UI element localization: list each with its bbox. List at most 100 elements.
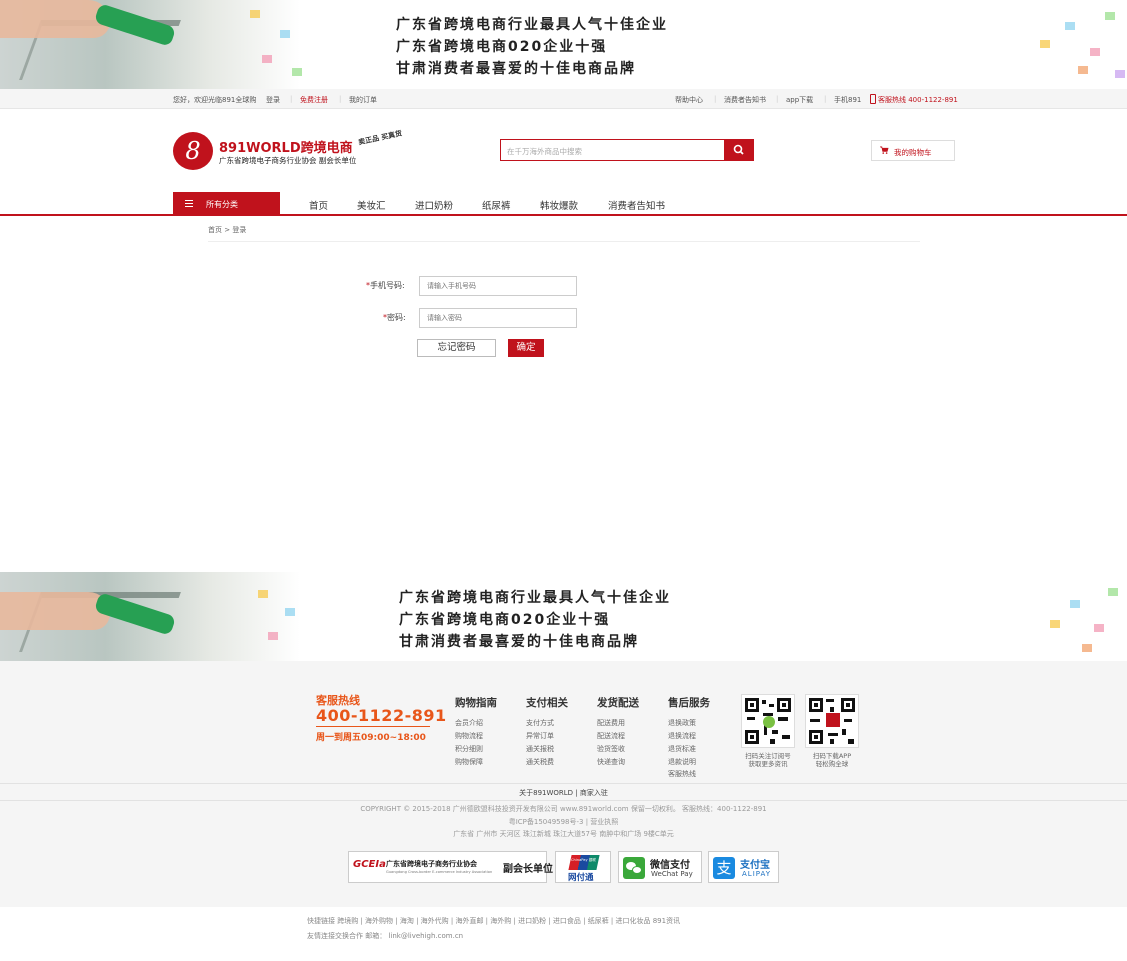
footer-link[interactable]: 验货签收	[597, 744, 625, 754]
alipay-icon: 支	[713, 857, 735, 879]
footer-link[interactable]: 快递查询	[597, 757, 625, 767]
quick-links[interactable]: 快捷链接 跨境购 | 海外购物 | 海淘 | 海外代购 | 海外直邮 | 海外购…	[307, 916, 680, 926]
top-banner[interactable]: 广东省跨境电商行业最具人气十佳企业 广东省跨境电商020企业十强 甘肃消费者最喜…	[0, 0, 1127, 89]
menu-icon	[185, 200, 193, 207]
qr-caption-line: 扫码下载APP	[812, 752, 852, 760]
footer-link[interactable]: 支付方式	[526, 718, 554, 728]
footer-link[interactable]: 会员介绍	[455, 718, 483, 728]
banner-line-2: 广东省跨境电商020企业十强	[396, 39, 608, 55]
footer-link[interactable]: 配送费用	[597, 718, 625, 728]
gcea-subtitle: Guangdong Cross-border E-commerce Indust…	[386, 870, 493, 874]
confetti	[292, 68, 302, 76]
confetti	[1040, 40, 1050, 48]
register-link[interactable]: 免费注册	[300, 95, 328, 105]
nav-divider	[0, 214, 1127, 216]
search-icon	[733, 144, 744, 155]
confetti	[1108, 588, 1118, 596]
my-orders-link[interactable]: 我的订单	[349, 95, 377, 105]
wechat-pay-badge[interactable]: 微信支付 WeChat Pay	[618, 851, 702, 883]
banner-line-3: 甘肃消费者最喜爱的十佳电商品牌	[396, 61, 636, 77]
mobile-891-link[interactable]: 手机891	[834, 95, 861, 105]
nav-diapers[interactable]: 纸尿裤	[482, 198, 511, 212]
footer-link[interactable]: 配送流程	[597, 731, 625, 741]
submit-button[interactable]: 确定	[508, 339, 544, 357]
hand-illustration	[0, 592, 110, 630]
password-label-text: 密码:	[387, 313, 406, 322]
banner-line-1: 广东省跨境电商行业最具人气十佳企业	[396, 17, 668, 33]
search-button[interactable]	[724, 139, 754, 161]
password-input[interactable]	[419, 308, 577, 328]
footer-link[interactable]: 购物保障	[455, 757, 483, 767]
footer-divider	[0, 783, 1127, 784]
separator: |	[290, 95, 293, 103]
my-cart-button[interactable]: 我的购物车	[871, 140, 955, 161]
footer-link[interactable]: 退换流程	[668, 731, 696, 741]
separator: |	[339, 95, 342, 103]
nav-home[interactable]: 首页	[309, 198, 328, 212]
qr-caption-line: 轻松购全球	[815, 760, 849, 768]
wechat-pay-label: 微信支付	[650, 860, 690, 871]
confetti	[1090, 48, 1100, 56]
all-categories-button[interactable]: 所有分类	[173, 192, 280, 216]
logo-title[interactable]: 891WORLD跨境电商	[219, 137, 353, 156]
gcea-role: 副会长单位	[503, 864, 553, 875]
separator: |	[824, 95, 827, 103]
app-download-link[interactable]: app下载	[786, 95, 813, 105]
all-categories-label: 所有分类	[206, 200, 238, 209]
hand-illustration	[0, 0, 110, 38]
confetti	[262, 55, 272, 63]
footer-link[interactable]: 退款说明	[668, 757, 696, 767]
qr-caption-line: 扫码关注订阅号	[745, 752, 791, 760]
login-link[interactable]: 登录	[266, 95, 280, 105]
footer-link[interactable]: 客服热线	[668, 769, 696, 779]
wechat-pay-icon	[623, 857, 645, 879]
confetti	[280, 30, 290, 38]
qr-caption-app: 扫码下载APP 轻松购全球	[797, 752, 867, 768]
footer-hotline-time: 周一到周五09:00~18:00	[316, 733, 426, 743]
confetti	[1070, 600, 1080, 608]
qr-code-app	[805, 694, 859, 748]
footer-about-links[interactable]: 关于891WORLD | 商家入驻	[0, 788, 1127, 798]
banner-line-1: 广东省跨境电商行业最具人气十佳企业	[399, 590, 671, 606]
footer-link[interactable]: 积分细则	[455, 744, 483, 754]
footer-link[interactable]: 通关税费	[526, 757, 554, 767]
cart-label: 我的购物车	[894, 148, 932, 157]
nav-consumer-notice[interactable]: 消费者告知书	[608, 198, 665, 212]
confetti	[285, 608, 295, 616]
footer-link[interactable]: 退换政策	[668, 718, 696, 728]
banner-line-3: 甘肃消费者最喜爱的十佳电商品牌	[399, 634, 639, 650]
breadcrumb[interactable]: 首页 > 登录	[208, 225, 246, 235]
search-input[interactable]: 在千万海外商品中搜索	[500, 139, 724, 161]
logo-mark[interactable]: 8	[173, 132, 213, 170]
phone-label-text: 手机号码:	[370, 281, 405, 290]
nav-korean-cosmetics[interactable]: 韩妆爆款	[540, 198, 578, 212]
bottom-banner[interactable]: 广东省跨境电商行业最具人气十佳企业 广东省跨境电商020企业十强 甘肃消费者最喜…	[0, 572, 1127, 661]
footer-link[interactable]: 异常订单	[526, 731, 554, 741]
footer-link[interactable]: 通关报税	[526, 744, 554, 754]
top-bar: 您好，欢迎光临891全球购 登录 | 免费注册 | 我的订单 帮助中心 | 消费…	[0, 89, 1127, 109]
confetti	[1065, 22, 1075, 30]
alipay-label: 支付宝	[740, 860, 770, 871]
friend-links[interactable]: 友情连接交换合作 邮箱： link@livehigh.com.cn	[307, 931, 463, 941]
forgot-password-button[interactable]: 忘记密码	[417, 339, 496, 357]
footer-link[interactable]: 退货标准	[668, 744, 696, 754]
nav-milk-powder[interactable]: 进口奶粉	[415, 198, 453, 212]
nav-beauty[interactable]: 美妆汇	[357, 198, 386, 212]
unionpay-badge[interactable]: ChinaPay 银联 网付通	[555, 851, 611, 883]
qr-caption-line: 获取更多资讯	[748, 760, 788, 768]
confetti	[1094, 624, 1104, 632]
alipay-badge[interactable]: 支 支付宝 ALIPAY	[708, 851, 779, 883]
help-center-link[interactable]: 帮助中心	[675, 95, 703, 105]
footer-icp[interactable]: 粤ICP备15049598号-3 | 营业执照	[0, 817, 1127, 827]
unionpay-label: 网付通	[568, 873, 594, 883]
footer-col-title-payment: 支付相关	[526, 697, 568, 709]
phone-input[interactable]	[419, 276, 577, 296]
phone-label: *手机号码:	[366, 280, 405, 291]
confetti	[1105, 12, 1115, 20]
consumer-notice-link[interactable]: 消费者告知书	[724, 95, 766, 105]
separator: |	[776, 95, 779, 103]
confetti	[1115, 70, 1125, 78]
footer-link[interactable]: 购物流程	[455, 731, 483, 741]
gcea-badge[interactable]: GCEIa 广东省跨境电子商务行业协会 Guangdong Cross-bord…	[348, 851, 553, 883]
banner-line-2: 广东省跨境电商020企业十强	[399, 612, 611, 628]
